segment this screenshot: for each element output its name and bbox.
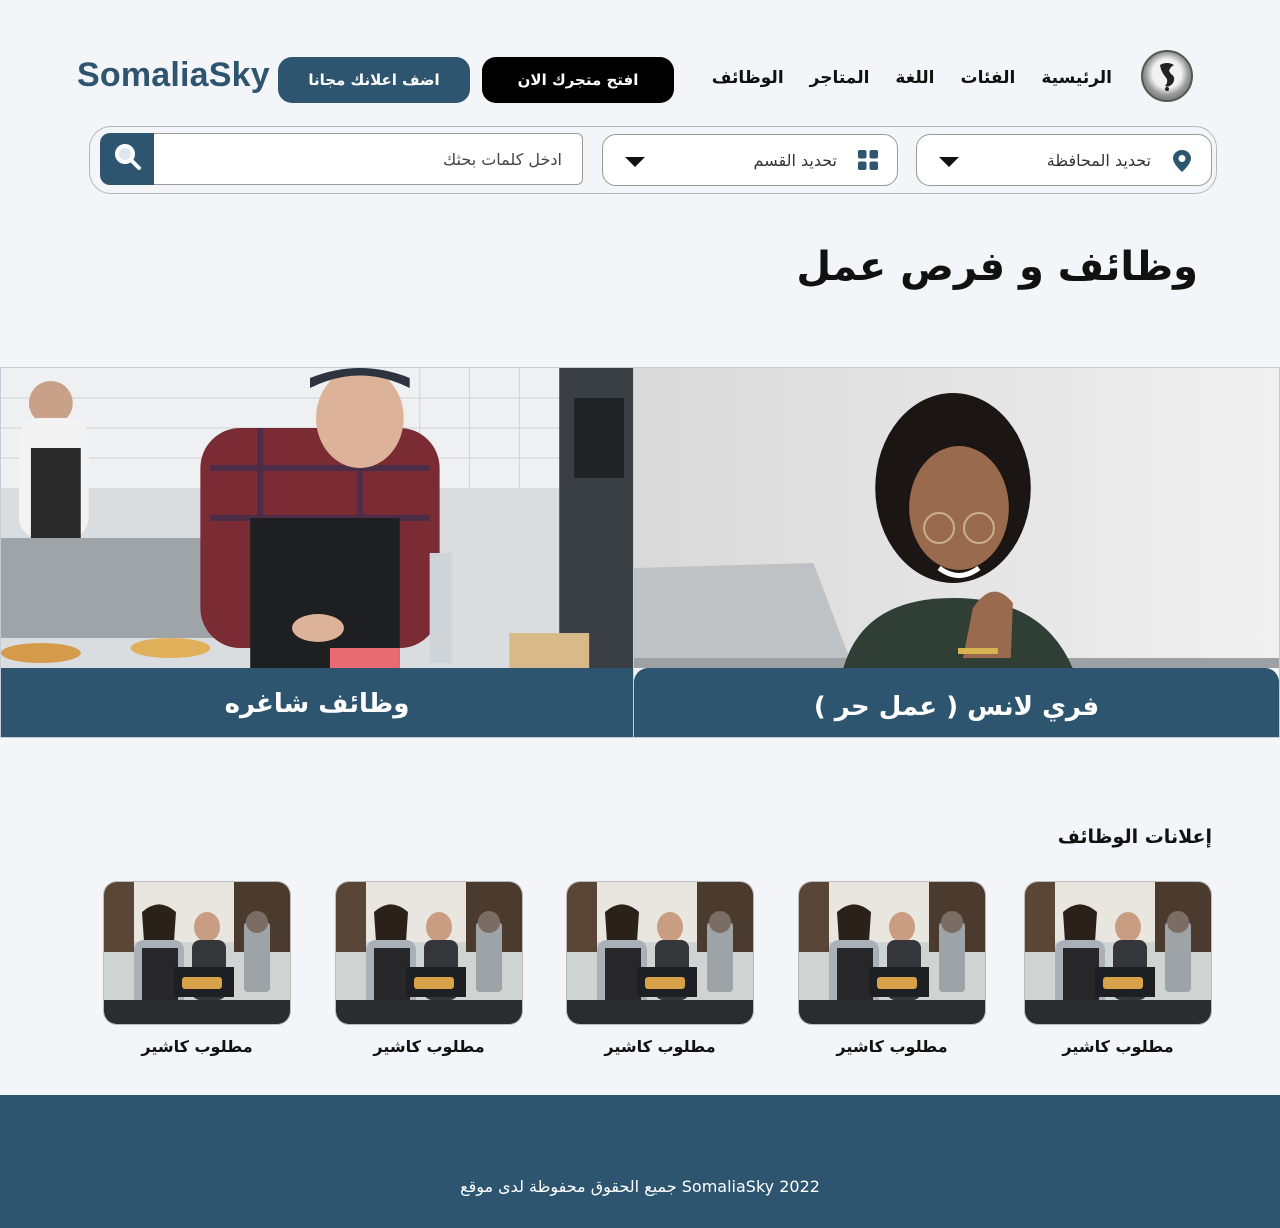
nav-item-language[interactable]: اللغة — [895, 68, 934, 88]
page-title: وظائف و فرص عمل — [796, 244, 1198, 290]
brand-logo-text[interactable]: SomaliaSky — [77, 56, 270, 95]
cashier-photo — [335, 881, 523, 1025]
chevron-down-icon — [625, 157, 645, 167]
job-ad-title: مطلوب كاشير — [604, 1037, 716, 1056]
job-ad-title: مطلوب كاشير — [141, 1037, 253, 1056]
cashier-photo — [103, 881, 291, 1025]
cashier-photo — [1024, 881, 1212, 1025]
footer-copyright: SomaliaSky 2022 جميع الحقوق محفوظة لدى م… — [460, 1177, 820, 1196]
freelancer-photo — [634, 368, 1279, 668]
governorate-select[interactable]: تحديد المحافظة — [916, 134, 1212, 186]
search-input[interactable] — [153, 133, 583, 185]
cashier-photo — [798, 881, 986, 1025]
add-free-ad-button[interactable]: اضف اعلانك مجانا — [278, 57, 470, 103]
job-ad-card[interactable]: مطلوب كاشير — [103, 881, 291, 1061]
grid-icon — [857, 149, 879, 175]
job-ad-card[interactable]: مطلوب كاشير — [798, 881, 986, 1061]
governorate-select-label: تحديد المحافظة — [1046, 150, 1151, 170]
nav-item-categories[interactable]: الفئات — [960, 68, 1015, 88]
job-ads-section-title: إعلانات الوظائف — [1057, 826, 1212, 848]
barista-photo — [1, 368, 633, 668]
freelance-caption: فري لانس ( عمل حر ) — [634, 668, 1279, 737]
chevron-down-icon — [939, 157, 959, 167]
open-store-button[interactable]: افتح متجرك الان — [482, 57, 674, 103]
search-bar: تحديد المحافظة تحديد القسم — [89, 126, 1217, 194]
job-ad-card[interactable]: مطلوب كاشير — [335, 881, 523, 1061]
location-pin-icon — [1171, 149, 1193, 177]
category-select-label: تحديد القسم — [753, 150, 837, 170]
job-ad-card[interactable]: مطلوب كاشير — [566, 881, 754, 1061]
freelance-banner[interactable]: فري لانس ( عمل حر ) — [633, 367, 1280, 738]
nav-item-home[interactable]: الرئيسية — [1041, 68, 1112, 88]
job-ad-title: مطلوب كاشير — [373, 1037, 485, 1056]
footer: SomaliaSky 2022 جميع الحقوق محفوظة لدى م… — [0, 1095, 1280, 1228]
category-select[interactable]: تحديد القسم — [602, 134, 898, 186]
search-icon — [112, 142, 142, 176]
job-ad-title: مطلوب كاشير — [836, 1037, 948, 1056]
cashier-photo — [566, 881, 754, 1025]
search-button[interactable] — [100, 133, 154, 185]
vacant-jobs-banner[interactable]: وظائف شاغره — [0, 367, 634, 738]
site-logo-icon[interactable] — [1141, 50, 1193, 102]
nav-item-jobs[interactable]: الوظائف — [712, 68, 784, 88]
main-nav: الرئيسية الفئات اللغة المتاجر الوظائف — [712, 68, 1112, 88]
nav-item-stores[interactable]: المتاجر — [810, 68, 870, 88]
job-ad-card[interactable]: مطلوب كاشير — [1024, 881, 1212, 1061]
job-ad-title: مطلوب كاشير — [1062, 1037, 1174, 1056]
vacant-jobs-caption: وظائف شاغره — [1, 668, 633, 737]
